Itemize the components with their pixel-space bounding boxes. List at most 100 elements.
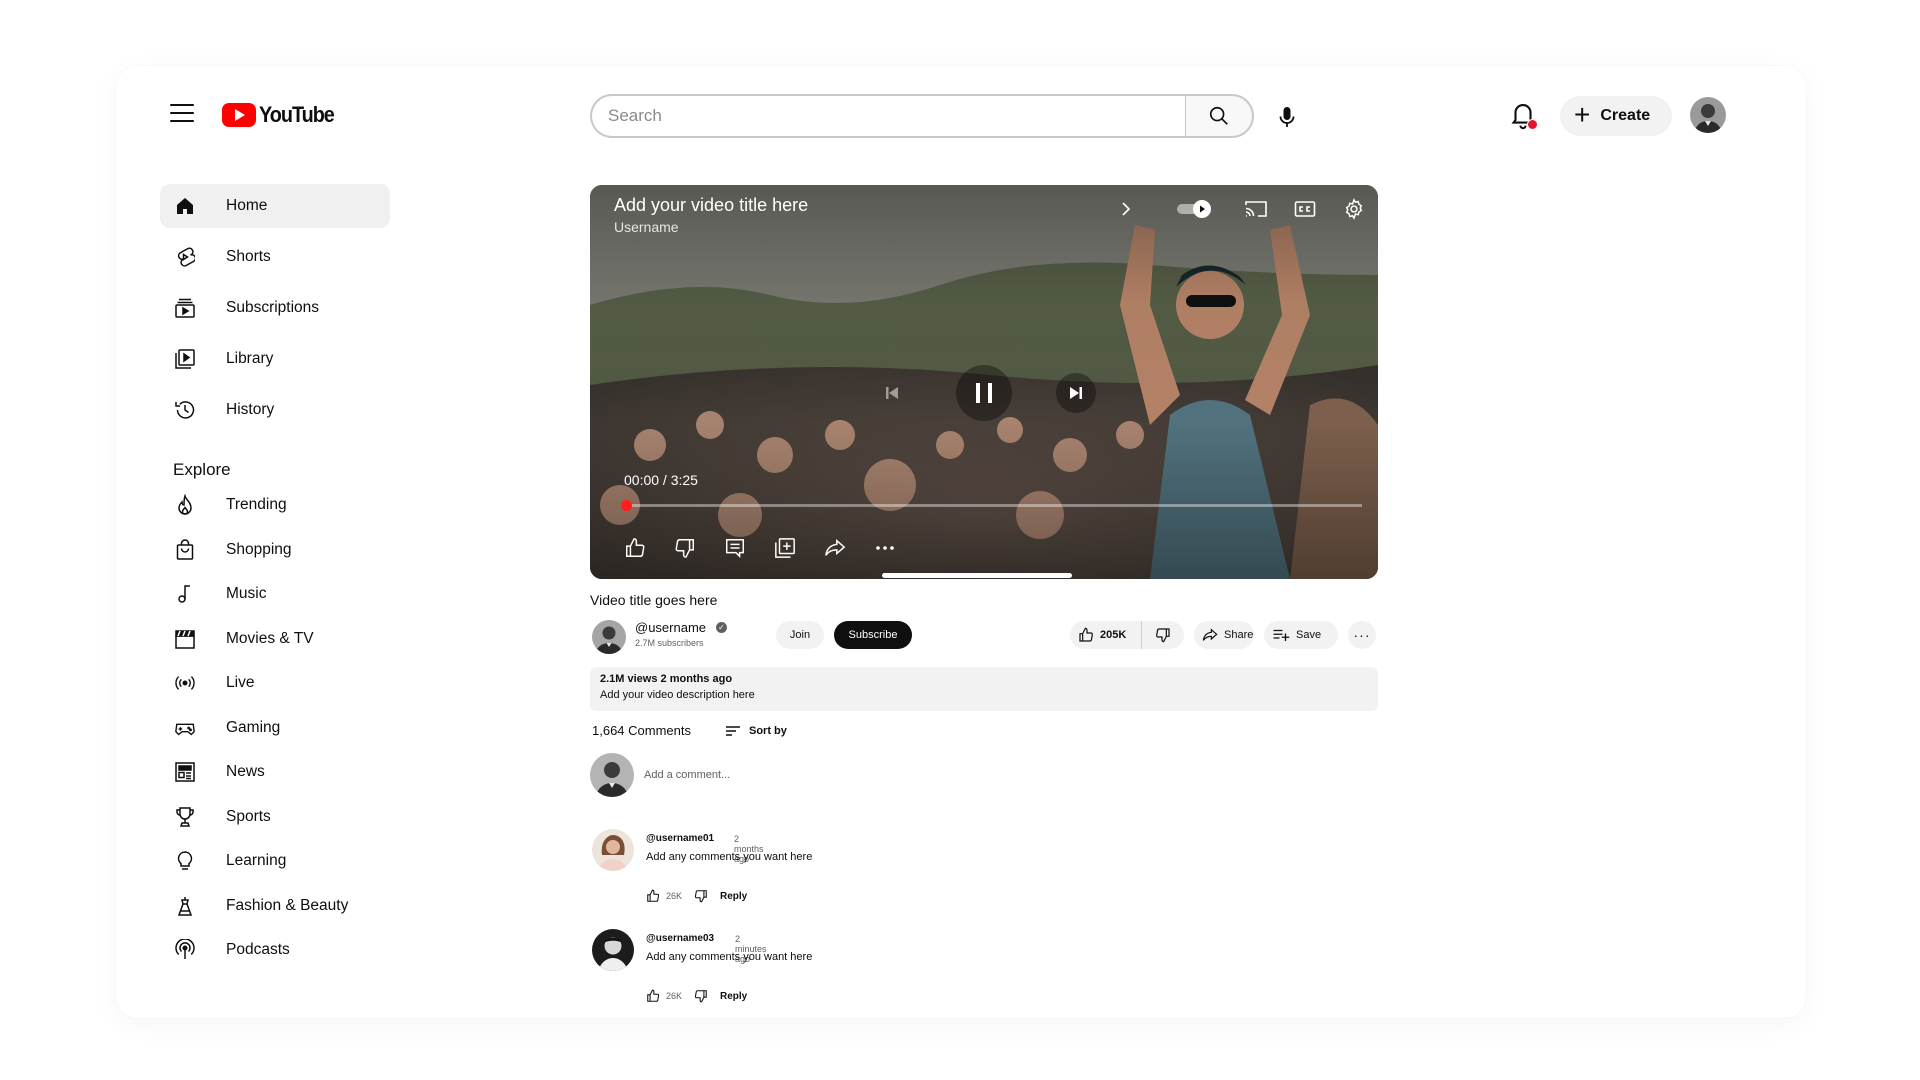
search-icon <box>1209 106 1228 125</box>
channel-avatar[interactable] <box>592 620 626 654</box>
search-button[interactable] <box>1186 94 1254 138</box>
player-username[interactable]: Username <box>614 219 679 235</box>
gamepad-icon <box>174 717 196 739</box>
channel-name[interactable]: @username <box>635 620 706 635</box>
sidebar-item-shorts[interactable]: Shorts <box>160 235 390 279</box>
reply-button[interactable]: Reply <box>720 991 747 1002</box>
more-horizontal-icon: ··· <box>1353 627 1371 643</box>
progress-scrubber[interactable] <box>621 500 632 511</box>
music-note-icon <box>174 583 196 605</box>
sidebar-item-podcasts[interactable]: Podcasts <box>160 931 390 969</box>
player-bottom-controls <box>622 535 922 561</box>
top-bar: YouTube + Create <box>0 0 1920 150</box>
sidebar-item-label: Music <box>226 585 267 602</box>
trending-icon <box>174 494 196 516</box>
join-button[interactable]: Join <box>776 621 824 649</box>
account-avatar[interactable] <box>1690 97 1726 133</box>
subscriptions-icon <box>174 297 196 319</box>
voice-search-button[interactable] <box>1268 98 1306 136</box>
sidebar-item-music[interactable]: Music <box>160 575 390 613</box>
sidebar: Home Shorts Subscriptions Library Histor… <box>160 184 390 976</box>
sidebar-item-gaming[interactable]: Gaming <box>160 709 390 747</box>
sidebar-item-live[interactable]: Live <box>160 664 390 702</box>
like-icon[interactable] <box>646 989 660 1003</box>
sidebar-item-subscriptions[interactable]: Subscriptions <box>160 286 390 330</box>
previous-track-icon[interactable] <box>872 373 912 413</box>
sidebar-item-fashion-beauty[interactable]: Fashion & Beauty <box>160 887 390 925</box>
comments-count: 1,664 Comments <box>592 723 691 738</box>
save-to-playlist-icon <box>1273 629 1290 641</box>
save-button[interactable]: Save <box>1264 621 1338 649</box>
dislike-icon <box>1156 628 1170 643</box>
sidebar-item-label: Learning <box>226 852 287 869</box>
channel-row: @username ✓ 2.7M subscribers Join Subscr… <box>590 618 1378 654</box>
create-label: Create <box>1600 107 1651 124</box>
player-video-title: Add your video title here <box>614 195 809 215</box>
like-icon <box>1079 627 1093 642</box>
dislike-icon[interactable] <box>672 535 698 561</box>
share-button[interactable]: Share <box>1194 621 1254 649</box>
add-comment-input[interactable] <box>644 769 1044 781</box>
dislike-button[interactable] <box>1142 627 1184 643</box>
youtube-logo[interactable]: YouTube <box>222 102 342 128</box>
sidebar-item-label: Shopping <box>226 540 292 558</box>
sidebar-item-news[interactable]: News <box>160 753 390 791</box>
pause-icon <box>976 383 992 403</box>
comment-like-count: 26K <box>666 891 683 901</box>
description-box[interactable]: 2.1M views 2 months ago Add your video d… <box>590 667 1378 711</box>
more-actions-button[interactable]: ··· <box>1348 621 1376 649</box>
home-icon <box>174 195 196 217</box>
comment-username[interactable]: @username01 <box>646 833 714 844</box>
chevron-right-icon[interactable] <box>1112 195 1140 223</box>
settings-gear-icon[interactable] <box>1340 195 1368 223</box>
podcast-icon <box>174 939 196 961</box>
comment-text: Add any comments you want here <box>646 951 813 963</box>
autoplay-toggle-icon[interactable] <box>1174 195 1214 223</box>
sidebar-item-sports[interactable]: Sports <box>160 798 390 836</box>
closed-captions-icon[interactable] <box>1291 195 1319 223</box>
history-icon <box>174 399 196 421</box>
next-track-icon[interactable] <box>1056 373 1096 413</box>
search-input[interactable] <box>590 94 1186 138</box>
dislike-icon[interactable] <box>694 989 708 1003</box>
sidebar-item-label: Subscriptions <box>226 299 320 316</box>
share-label: Share <box>1224 629 1254 641</box>
notifications-button[interactable] <box>1508 100 1540 132</box>
sidebar-item-home[interactable]: Home <box>160 184 390 228</box>
subscribe-button[interactable]: Subscribe <box>834 621 912 649</box>
menu-icon[interactable] <box>170 104 194 122</box>
clapperboard-icon <box>174 628 196 650</box>
notification-badge <box>1527 119 1538 130</box>
add-to-playlist-icon[interactable] <box>772 535 798 561</box>
sidebar-item-history[interactable]: History <box>160 388 390 432</box>
commenter-avatar[interactable] <box>592 829 634 871</box>
microphone-icon <box>1279 107 1295 127</box>
commenter-avatar[interactable] <box>592 929 634 971</box>
progress-bar[interactable] <box>621 500 1362 511</box>
comment-like-count: 26K <box>666 991 683 1001</box>
create-button[interactable]: + Create <box>1560 96 1672 136</box>
like-icon[interactable] <box>646 889 660 903</box>
share-icon[interactable] <box>822 535 848 561</box>
video-player[interactable]: Add your video title here Username 00:00… <box>590 185 1378 579</box>
dislike-icon[interactable] <box>694 889 708 903</box>
sidebar-item-label: Sports <box>226 807 271 825</box>
comments-icon[interactable] <box>722 535 748 561</box>
pause-button[interactable] <box>956 365 1012 421</box>
player-drag-handle[interactable] <box>882 573 1072 578</box>
plus-icon: + <box>1574 98 1591 130</box>
cast-icon[interactable] <box>1242 195 1270 223</box>
sidebar-item-trending[interactable]: Trending <box>160 486 390 524</box>
comment-username[interactable]: @username03 <box>646 933 714 944</box>
like-icon[interactable] <box>622 535 648 561</box>
share-icon <box>1202 628 1218 641</box>
sidebar-item-shopping[interactable]: Shopping <box>160 531 390 569</box>
like-button[interactable]: 205K <box>1070 621 1142 649</box>
more-options-icon[interactable] <box>872 535 898 561</box>
sort-by-button[interactable]: Sort by <box>725 725 787 737</box>
reply-button[interactable]: Reply <box>720 891 747 902</box>
sidebar-item-movies-tv[interactable]: Movies & TV <box>160 620 390 658</box>
sidebar-item-learning[interactable]: Learning <box>160 842 390 880</box>
current-user-avatar <box>590 753 634 797</box>
sidebar-item-library[interactable]: Library <box>160 337 390 381</box>
